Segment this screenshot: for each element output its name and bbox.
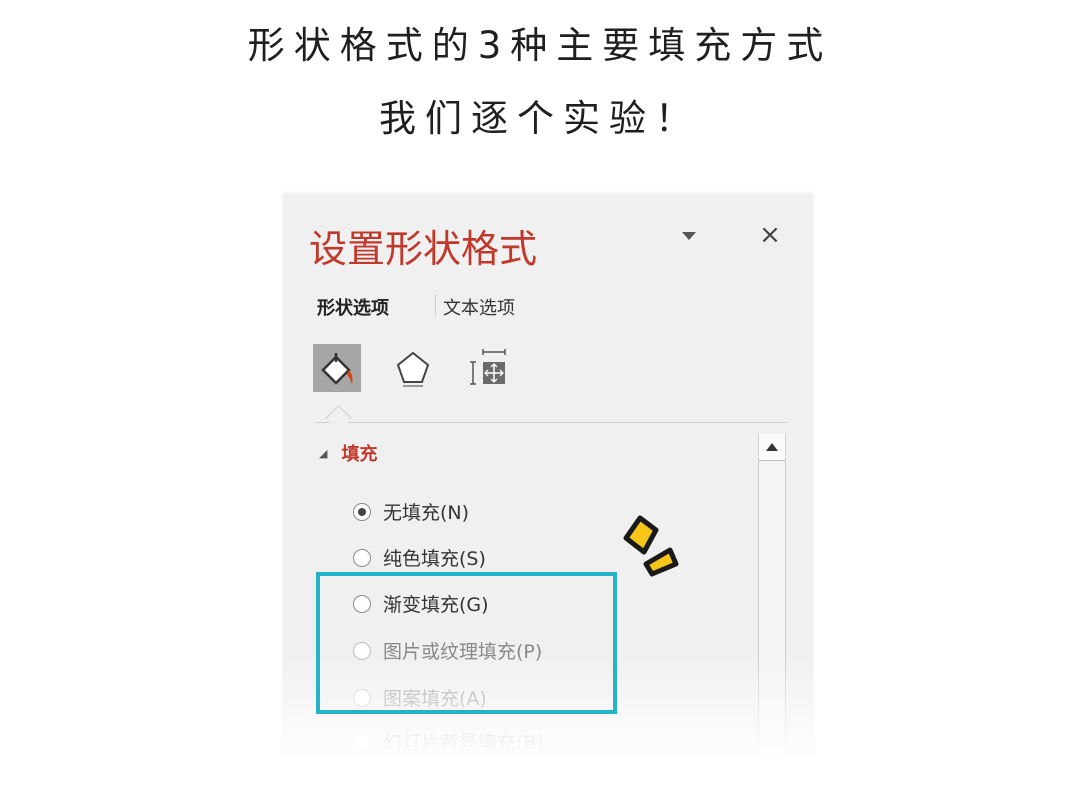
heading-line-1: 形状格式的3种主要填充方式 xyxy=(247,24,833,67)
active-tab-notch xyxy=(325,405,352,432)
vertical-scrollbar[interactable] xyxy=(758,434,786,754)
scroll-up-arrow-icon xyxy=(766,443,778,451)
fill-section-header[interactable]: ◢ 填充 xyxy=(319,440,377,466)
tab-separator xyxy=(435,294,436,316)
collapse-triangle-icon: ◢ xyxy=(319,446,328,460)
option-label: 无填充(N) xyxy=(383,502,470,524)
radio-no-fill[interactable]: 无填充(N) xyxy=(353,498,469,525)
panel-title: 设置形状格式 xyxy=(309,227,538,271)
radio-button[interactable] xyxy=(353,548,371,567)
option-label: 纯色填充(S) xyxy=(383,548,486,570)
scroll-up-button[interactable] xyxy=(759,434,785,461)
tab-shape-options[interactable]: 形状选项 xyxy=(317,294,389,320)
sparkle-accent-icon xyxy=(623,515,679,577)
close-button[interactable]: × xyxy=(757,222,783,248)
size-properties-icon xyxy=(470,349,506,385)
radio-slide-background-fill[interactable]: 幻灯片背景填充(B) xyxy=(353,728,544,754)
radio-solid-fill[interactable]: 纯色填充(S) xyxy=(353,544,486,571)
radio-button-checked[interactable] xyxy=(353,502,371,521)
tab-text-options[interactable]: 文本选项 xyxy=(443,294,515,320)
radio-button[interactable] xyxy=(353,732,371,751)
effects-tab[interactable] xyxy=(389,344,437,392)
size-properties-tab[interactable] xyxy=(465,344,513,392)
heading-line-2: 我们逐个实验！ xyxy=(379,97,701,140)
option-label: 幻灯片背景填充(B) xyxy=(383,732,544,754)
paint-bucket-icon xyxy=(321,353,353,385)
highlight-box xyxy=(316,572,617,714)
pentagon-icon xyxy=(396,351,430,387)
fill-line-tab[interactable] xyxy=(313,344,361,392)
chevron-down-icon xyxy=(682,232,696,240)
panel-options-button[interactable] xyxy=(677,224,701,248)
fill-section-label: 填充 xyxy=(341,444,378,465)
tab-divider xyxy=(315,422,787,423)
